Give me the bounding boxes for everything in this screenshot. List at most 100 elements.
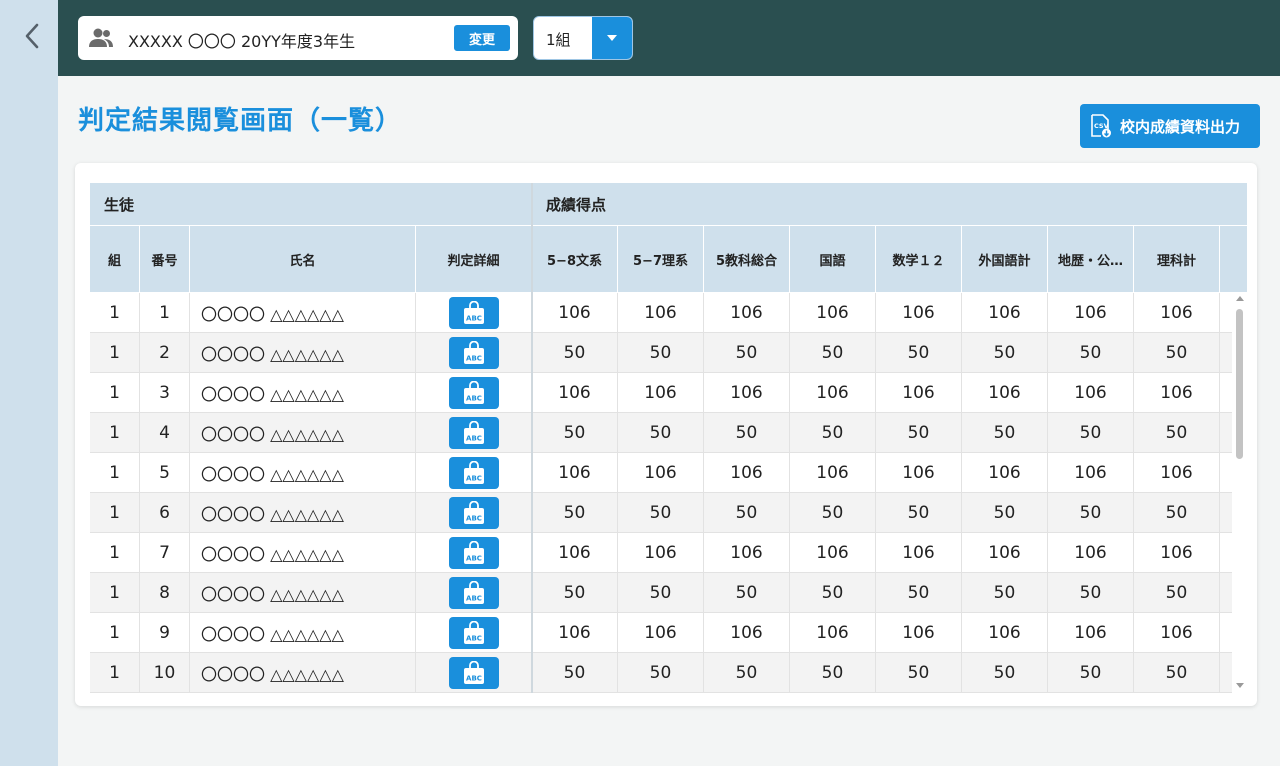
name-cell: 〇〇〇〇 △△△△△△ [190, 373, 416, 413]
judgment-detail-button[interactable]: ABC [448, 337, 499, 369]
left-rail [0, 0, 58, 766]
judgment-detail-button[interactable]: ABC [448, 457, 499, 489]
name-cell: 〇〇〇〇 △△△△△△ [190, 333, 416, 373]
abc-bag-icon: ABC [463, 461, 484, 484]
back-button[interactable] [18, 20, 46, 52]
score-cell: 106 [1048, 613, 1134, 653]
kumi-cell: 1 [90, 493, 140, 533]
judgment-detail-cell: ABC [416, 613, 532, 653]
score-cell: 106 [962, 613, 1048, 653]
score-cell: 106 [876, 613, 962, 653]
student-label: XXXXX 〇〇〇 20YY年度3年生 [128, 32, 356, 51]
table-scrollbar[interactable] [1232, 293, 1248, 693]
chevron-left-icon [25, 23, 39, 49]
table-row: 1 6 〇〇〇〇 △△△△△△ ABC 50 50 50 50 50 50 50 50 [90, 493, 1248, 533]
score-cell: 106 [532, 533, 618, 573]
people-icon [89, 28, 113, 47]
change-button[interactable]: 変更 [454, 25, 510, 51]
score-cell: 50 [962, 573, 1048, 613]
kumi-cell: 1 [90, 373, 140, 413]
score-cell: 106 [962, 293, 1048, 333]
col-judgment-detail-header: 判定詳細 [416, 226, 532, 293]
group-header-student: 生徒 [90, 183, 532, 226]
score-cell: 106 [618, 293, 704, 333]
score-cell: 50 [790, 493, 876, 533]
class-select-value: 1組 [546, 31, 571, 49]
judgment-detail-button[interactable]: ABC [448, 657, 499, 689]
score-cell: 106 [532, 613, 618, 653]
score-cell: 50 [790, 413, 876, 453]
score-cell: 50 [790, 573, 876, 613]
score-cell: 50 [962, 493, 1048, 533]
score-cell: 106 [618, 533, 704, 573]
number-cell: 6 [140, 493, 190, 533]
score-cell: 106 [704, 533, 790, 573]
svg-text:ABC: ABC [466, 475, 482, 483]
scroll-thumb[interactable] [1236, 309, 1243, 459]
score-cell: 106 [876, 533, 962, 573]
score-cell: 50 [1134, 653, 1220, 693]
score-cell: 106 [876, 373, 962, 413]
svg-text:ABC: ABC [466, 635, 482, 643]
scroll-down-icon[interactable] [1236, 683, 1244, 688]
score-cell: 50 [1134, 573, 1220, 613]
class-select-toggle[interactable] [592, 17, 632, 59]
abc-bag-icon: ABC [463, 621, 484, 644]
score-cell: 106 [876, 453, 962, 493]
judgment-detail-button[interactable]: ABC [448, 297, 499, 329]
score-cell: 106 [1048, 533, 1134, 573]
abc-bag-icon: ABC [463, 541, 484, 564]
score-cell: 50 [1134, 493, 1220, 533]
scroll-up-icon[interactable] [1236, 296, 1244, 301]
group-header-scores: 成績得点 [532, 183, 1248, 226]
judgment-detail-button[interactable]: ABC [448, 617, 499, 649]
score-cell: 50 [532, 333, 618, 373]
caret-down-icon [607, 35, 617, 41]
judgment-detail-cell: ABC [416, 573, 532, 613]
number-cell: 7 [140, 533, 190, 573]
abc-bag-icon: ABC [463, 381, 484, 404]
class-select[interactable]: 1組 [533, 16, 633, 60]
abc-bag-icon: ABC [463, 341, 484, 364]
judgment-detail-button[interactable]: ABC [448, 417, 499, 449]
score-cell: 106 [618, 613, 704, 653]
judgment-detail-button[interactable]: ABC [448, 537, 499, 569]
abc-bag-icon: ABC [463, 301, 484, 324]
score-cell: 106 [790, 613, 876, 653]
score-cell: 106 [1048, 373, 1134, 413]
kumi-cell: 1 [90, 573, 140, 613]
score-cell: 50 [1048, 413, 1134, 453]
score-cell: 50 [704, 333, 790, 373]
svg-text:ABC: ABC [466, 435, 482, 443]
score-cell: 50 [618, 573, 704, 613]
number-cell: 9 [140, 613, 190, 653]
score-cell: 50 [704, 653, 790, 693]
score-cell: 50 [618, 333, 704, 373]
score-cell: 106 [704, 373, 790, 413]
score-cell: 106 [790, 373, 876, 413]
score-cell: 50 [704, 413, 790, 453]
score-cell: 50 [1048, 333, 1134, 373]
score-cell: 50 [704, 493, 790, 533]
kumi-cell: 1 [90, 653, 140, 693]
judgment-detail-cell: ABC [416, 533, 532, 573]
judgment-detail-cell: ABC [416, 293, 532, 333]
judgment-detail-button[interactable]: ABC [448, 577, 499, 609]
judgment-detail-cell: ABC [416, 333, 532, 373]
score-cell: 50 [618, 653, 704, 693]
kumi-cell: 1 [90, 333, 140, 373]
judgment-detail-cell: ABC [416, 413, 532, 453]
number-cell: 2 [140, 333, 190, 373]
name-cell: 〇〇〇〇 △△△△△△ [190, 533, 416, 573]
csv-export-button[interactable]: CSV 校内成績資料出力 [1080, 104, 1260, 148]
abc-bag-icon: ABC [463, 661, 484, 684]
csv-export-label: 校内成績資料出力 [1120, 117, 1241, 136]
col-science-header: 理科計 [1134, 226, 1220, 293]
judgment-detail-button[interactable]: ABC [448, 377, 499, 409]
score-cell: 50 [876, 653, 962, 693]
col-math-header: 数学１２ [876, 226, 962, 293]
judgment-detail-cell: ABC [416, 373, 532, 413]
score-cell: 50 [1134, 413, 1220, 453]
col-name-header: 氏名 [190, 226, 416, 293]
judgment-detail-button[interactable]: ABC [448, 497, 499, 529]
